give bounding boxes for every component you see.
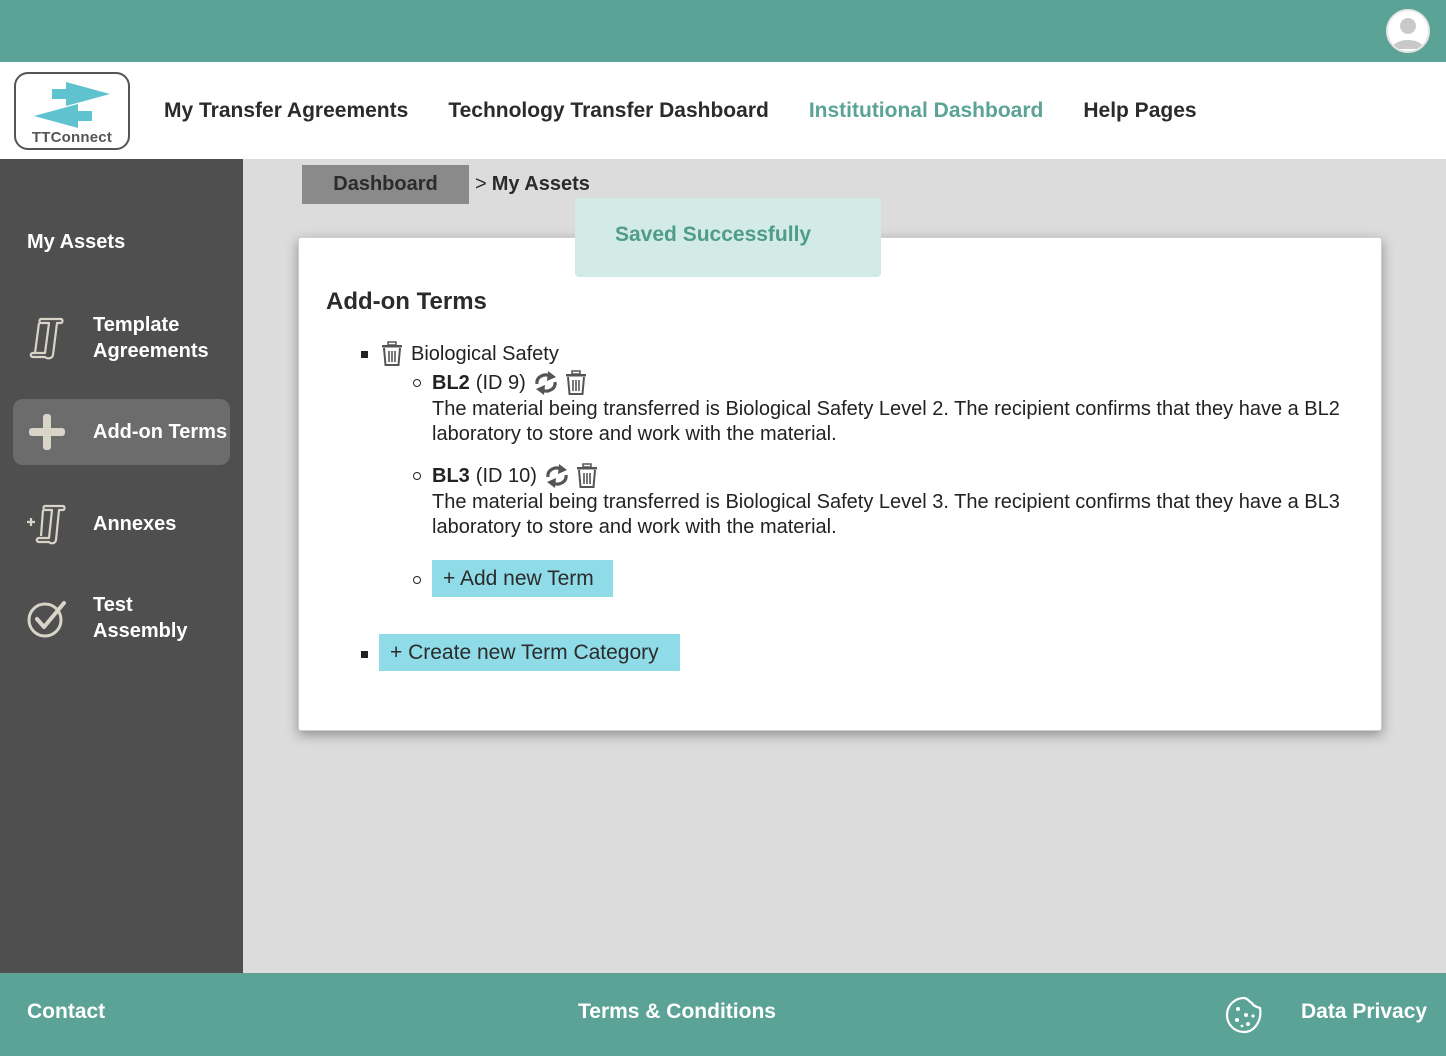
term-row-bl3: BL3 (ID 10) bbox=[432, 463, 599, 489]
cookie-icon[interactable] bbox=[1224, 995, 1264, 1040]
nav-links: My Transfer Agreements Technology Transf… bbox=[164, 62, 1197, 159]
checkmark-circle-icon bbox=[13, 593, 81, 643]
term-row-bl2: BL2 (ID 9) bbox=[432, 370, 588, 396]
refresh-icon[interactable] bbox=[532, 370, 560, 396]
ttconnect-logo[interactable]: TTConnect bbox=[14, 72, 130, 150]
term-id: (ID 10) bbox=[475, 464, 537, 487]
add-new-term-button[interactable]: + Add new Term bbox=[432, 560, 613, 597]
toast-message: Saved Successfully bbox=[615, 223, 812, 246]
sidebar-item-add-on-terms[interactable]: Add-on Terms bbox=[13, 399, 230, 465]
scroll-plus-icon bbox=[13, 499, 81, 549]
breadcrumb-current: My Assets bbox=[491, 173, 590, 195]
main-navigation: TTConnect My Transfer Agreements Technol… bbox=[0, 62, 1446, 159]
breadcrumb-dashboard-link[interactable]: Dashboard bbox=[302, 165, 469, 204]
user-avatar-icon[interactable] bbox=[1386, 9, 1430, 53]
scroll-icon bbox=[13, 313, 81, 363]
sidebar-item-label: Template Agreements bbox=[93, 314, 209, 362]
delete-term-trash-icon[interactable] bbox=[575, 463, 599, 489]
nav-my-transfer-agreements[interactable]: My Transfer Agreements bbox=[164, 99, 408, 123]
sidebar-item-template-agreements[interactable]: Template Agreements bbox=[13, 305, 230, 371]
success-toast: Saved Successfully bbox=[575, 198, 881, 277]
logo-text: TTConnect bbox=[31, 129, 113, 146]
plus-icon bbox=[13, 407, 81, 457]
list-bullet bbox=[361, 651, 368, 658]
footer: Contact Terms & Conditions Data Privacy bbox=[0, 973, 1446, 1056]
term-id: (ID 9) bbox=[475, 371, 526, 394]
sidebar: My Assets Template Agreements Add-on Ter… bbox=[0, 159, 243, 973]
list-bullet bbox=[413, 576, 421, 584]
list-bullet bbox=[413, 379, 421, 387]
term-category-row: Biological Safety bbox=[380, 341, 559, 367]
sidebar-item-label: Test Assembly bbox=[93, 594, 188, 642]
sidebar-item-label: Add-on Terms bbox=[93, 421, 228, 443]
footer-terms-link[interactable]: Terms & Conditions bbox=[578, 1000, 776, 1024]
sidebar-item-label: Annexes bbox=[93, 513, 177, 535]
refresh-icon[interactable] bbox=[543, 463, 571, 489]
delete-term-trash-icon[interactable] bbox=[564, 370, 588, 396]
footer-data-privacy-link[interactable]: Data Privacy bbox=[1301, 1000, 1427, 1024]
term-code: BL2 bbox=[432, 371, 470, 394]
top-bar bbox=[0, 0, 1446, 62]
term-category-name: Biological Safety bbox=[411, 342, 559, 365]
create-term-category-button[interactable]: + Create new Term Category bbox=[379, 634, 680, 671]
delete-category-trash-icon[interactable] bbox=[380, 341, 404, 367]
page-title: Add-on Terms bbox=[326, 288, 487, 315]
nav-institutional-dashboard[interactable]: Institutional Dashboard bbox=[809, 99, 1044, 123]
list-bullet bbox=[413, 472, 421, 480]
sidebar-item-test-assembly[interactable]: Test Assembly bbox=[13, 585, 230, 651]
sidebar-item-annexes[interactable]: Annexes bbox=[13, 491, 230, 557]
bidirectional-arrow-icon bbox=[34, 82, 110, 128]
term-description: The material being transferred is Biolog… bbox=[432, 398, 1340, 445]
footer-contact-link[interactable]: Contact bbox=[27, 1000, 105, 1024]
term-description: The material being transferred is Biolog… bbox=[432, 491, 1340, 538]
nav-technology-transfer-dashboard[interactable]: Technology Transfer Dashboard bbox=[448, 99, 769, 123]
sidebar-title: My Assets bbox=[27, 231, 126, 253]
term-code: BL3 bbox=[432, 464, 470, 487]
list-bullet bbox=[361, 351, 368, 358]
breadcrumb: Dashboard > My Assets bbox=[302, 165, 590, 204]
nav-help-pages[interactable]: Help Pages bbox=[1083, 99, 1196, 123]
breadcrumb-separator: > bbox=[475, 173, 487, 195]
